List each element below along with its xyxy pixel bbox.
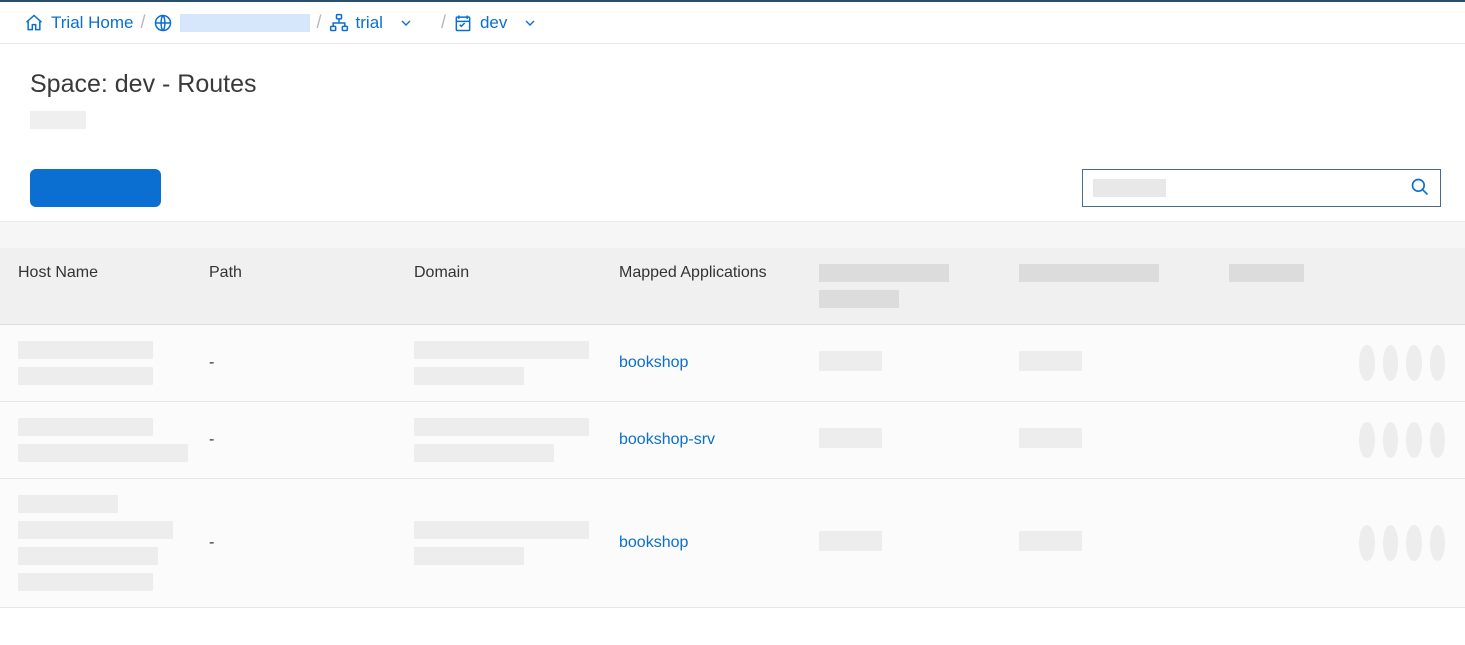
host-cell <box>0 402 195 479</box>
mapped-app-cell: bookshop <box>605 479 805 608</box>
breadcrumb-dev-link[interactable]: dev <box>480 13 507 33</box>
col-mapped-applications[interactable]: Mapped Applications <box>605 248 805 325</box>
globe-icon <box>153 13 173 33</box>
action-icon[interactable] <box>1359 525 1375 561</box>
page-content: Space: dev - Routes <box>0 44 1465 221</box>
redacted-cell <box>1215 402 1345 479</box>
routes-table: Host Name Path Domain Mapped Application… <box>0 248 1465 608</box>
home-icon <box>24 13 44 33</box>
action-icon[interactable] <box>1430 525 1446 561</box>
chevron-down-icon[interactable] <box>522 15 538 31</box>
redacted-cell <box>1005 402 1215 479</box>
path-cell: - <box>195 402 400 479</box>
table-row: - bookshop-srv <box>0 402 1465 479</box>
redacted-cell <box>805 325 1005 402</box>
actions-cell <box>1345 325 1465 402</box>
mapped-app-cell: bookshop <box>605 325 805 402</box>
breadcrumb-separator: / <box>317 12 322 33</box>
breadcrumb: Trial Home / / trial / dev <box>0 2 1465 44</box>
table-header-row: Host Name Path Domain Mapped Application… <box>0 248 1465 325</box>
col-redacted-3[interactable] <box>1215 248 1345 325</box>
action-icon[interactable] <box>1406 422 1422 458</box>
mapped-app-link[interactable]: bookshop-srv <box>619 431 715 448</box>
search-placeholder-redacted <box>1093 179 1166 197</box>
mapped-app-link[interactable]: bookshop <box>619 354 688 371</box>
action-icon[interactable] <box>1383 422 1399 458</box>
page-title: Space: dev - Routes <box>30 70 1441 99</box>
routes-table-area: Host Name Path Domain Mapped Application… <box>0 221 1465 608</box>
mapped-app-cell: bookshop-srv <box>605 402 805 479</box>
path-cell: - <box>195 479 400 608</box>
table-row: - bookshop <box>0 479 1465 608</box>
subtitle-redacted <box>30 111 86 129</box>
new-route-button[interactable] <box>30 169 161 207</box>
host-cell <box>0 325 195 402</box>
path-cell: - <box>195 325 400 402</box>
domain-cell <box>400 325 605 402</box>
action-icon[interactable] <box>1383 345 1399 381</box>
search-icon[interactable] <box>1410 177 1430 200</box>
breadcrumb-separator: / <box>141 12 146 33</box>
mapped-app-link[interactable]: bookshop <box>619 534 688 551</box>
toolbar <box>30 169 1441 221</box>
redacted-cell <box>805 479 1005 608</box>
action-icon[interactable] <box>1430 345 1446 381</box>
breadcrumb-trial-link[interactable]: trial <box>356 13 383 33</box>
col-redacted-2[interactable] <box>1005 248 1215 325</box>
domain-cell <box>400 479 605 608</box>
redacted-cell <box>1005 325 1215 402</box>
action-icon[interactable] <box>1383 525 1399 561</box>
col-host-name[interactable]: Host Name <box>0 248 195 325</box>
col-actions <box>1345 248 1465 325</box>
org-tree-icon <box>329 13 349 33</box>
actions-cell <box>1345 402 1465 479</box>
action-icon[interactable] <box>1359 345 1375 381</box>
search-field[interactable] <box>1082 169 1441 207</box>
action-icon[interactable] <box>1406 345 1422 381</box>
table-row: - bookshop <box>0 325 1465 402</box>
action-icon[interactable] <box>1406 525 1422 561</box>
redacted-cell <box>1005 479 1215 608</box>
actions-cell <box>1345 479 1465 608</box>
breadcrumb-org-redacted[interactable] <box>180 14 310 32</box>
domain-cell <box>400 402 605 479</box>
breadcrumb-home-link[interactable]: Trial Home <box>51 13 134 33</box>
col-path[interactable]: Path <box>195 248 400 325</box>
host-cell <box>0 479 195 608</box>
chevron-down-icon[interactable] <box>398 15 414 31</box>
redacted-cell <box>1215 479 1345 608</box>
breadcrumb-separator: / <box>441 12 446 33</box>
redacted-cell <box>805 402 1005 479</box>
col-domain[interactable]: Domain <box>400 248 605 325</box>
action-icon[interactable] <box>1430 422 1446 458</box>
redacted-cell <box>1215 325 1345 402</box>
col-redacted-1[interactable] <box>805 248 1005 325</box>
space-icon <box>453 13 473 33</box>
action-icon[interactable] <box>1359 422 1375 458</box>
